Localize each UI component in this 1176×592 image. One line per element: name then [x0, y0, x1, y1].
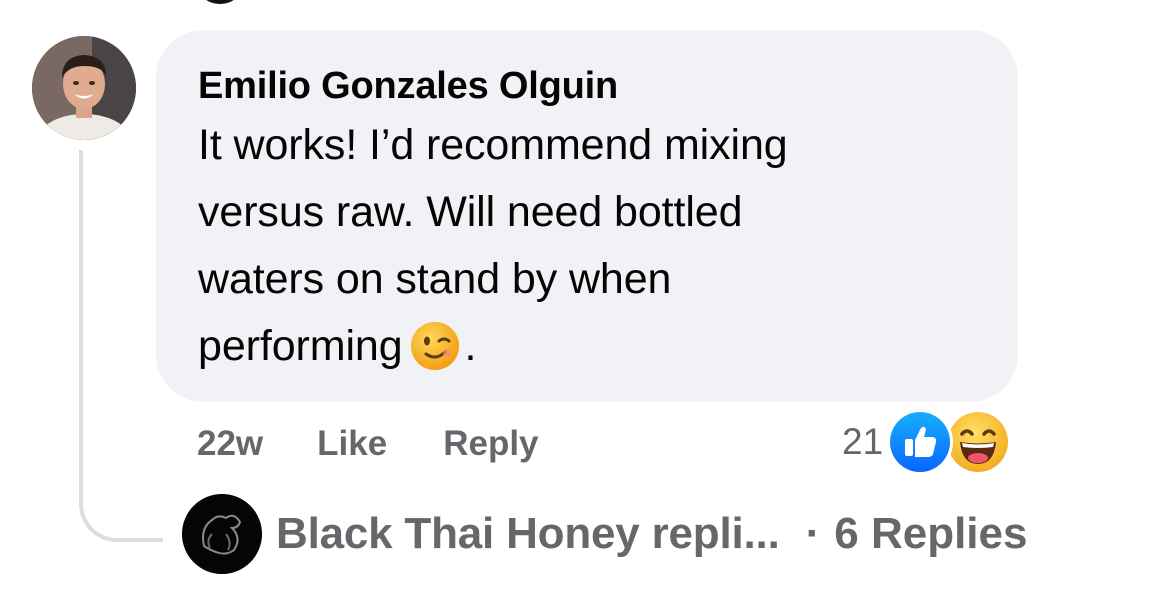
view-replies-link[interactable]: Black Thai Honey repli... · 6 Replies [182, 492, 1027, 576]
previous-avatar-edge [196, 0, 244, 4]
replies-separator: · [805, 509, 821, 558]
comment-trailing-period: . [464, 322, 477, 370]
comment-line: versus raw. Will need bottled [198, 188, 743, 236]
haha-reaction-icon [945, 409, 1012, 475]
comment-line: performing [198, 322, 403, 370]
replies-summary-text: Black Thai Honey repli... [276, 509, 780, 558]
reaction-count: 21 [842, 421, 884, 462]
winking-face-icon [409, 320, 461, 372]
reply-button[interactable]: Reply [443, 424, 538, 464]
replier-avatar [182, 494, 262, 574]
comment-timestamp[interactable]: 22w [197, 424, 263, 464]
replies-count: 6 Replies [834, 509, 1028, 558]
commenter-avatar-image [32, 36, 136, 140]
comment-bubble: Emilio Gonzales Olguin It works! I’d rec… [156, 30, 1018, 402]
reactions-summary[interactable]: 21 [842, 409, 1012, 475]
like-reaction-icon [887, 409, 954, 475]
commenter-avatar[interactable] [32, 36, 136, 140]
thread-connector-line [79, 150, 163, 542]
comment-line: It works! I’d recommend mixing [198, 121, 788, 169]
comment-line-last: performing . [198, 313, 976, 380]
like-button[interactable]: Like [317, 424, 387, 464]
comment-body: It works! I’d recommend mixing versus ra… [198, 112, 976, 380]
rooster-logo-icon [182, 494, 262, 574]
comment-author-name[interactable]: Emilio Gonzales Olguin [198, 58, 976, 110]
comment-actions: 22w Like Reply [197, 418, 539, 470]
comment-line: waters on stand by when [198, 255, 672, 303]
